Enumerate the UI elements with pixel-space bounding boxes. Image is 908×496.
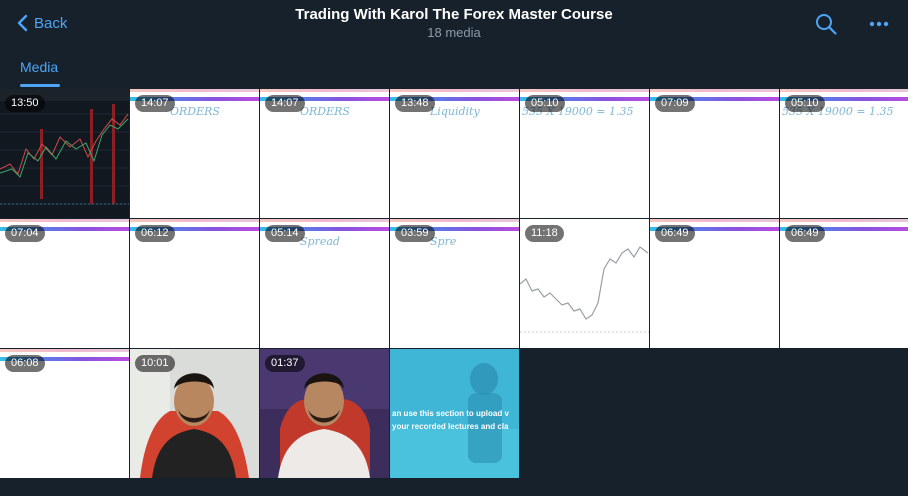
media-item[interactable]: 06:08 — [0, 349, 129, 478]
handwriting-text: Liquidity — [430, 105, 480, 118]
media-item[interactable]: 07:09 — [650, 89, 779, 218]
media-item[interactable]: 07:04 — [0, 219, 129, 348]
media-item[interactable]: 06:12 — [130, 219, 259, 348]
media-item[interactable]: 10:01 — [130, 349, 259, 478]
duration-badge: 10:01 — [135, 355, 175, 372]
media-item[interactable]: 06:49 — [650, 219, 779, 348]
duration-badge: 05:10 — [785, 95, 825, 112]
duration-badge: 14:07 — [135, 95, 175, 112]
media-item[interactable]: Liquidity 13:48 — [390, 89, 519, 218]
duration-badge: 06:12 — [135, 225, 175, 242]
media-item[interactable]: an use this section to upload v your rec… — [390, 349, 519, 478]
duration-badge: 13:48 — [395, 95, 435, 112]
tab-active-indicator — [20, 84, 60, 87]
duration-badge: 01:37 — [265, 355, 305, 372]
media-item[interactable]: Spre 03:59 — [390, 219, 519, 348]
duration-badge: 03:59 — [395, 225, 435, 242]
duration-badge: 05:10 — [525, 95, 565, 112]
media-item[interactable]: 11:18 — [520, 219, 649, 348]
media-item[interactable]: Spread 05:14 — [260, 219, 389, 348]
media-item[interactable]: 535 X 19000 = 1.35 05:10 — [520, 89, 649, 218]
duration-badge: 06:49 — [785, 225, 825, 242]
handwriting-text: ORDERS — [170, 105, 220, 118]
handwriting-text: Spread — [300, 235, 340, 248]
duration-badge: 06:08 — [5, 355, 45, 372]
chat-title: Trading With Karol The Forex Master Cour… — [295, 6, 613, 23]
media-count: 18 media — [427, 25, 481, 40]
duration-badge: 11:18 — [525, 225, 564, 242]
media-item[interactable]: 06:49 — [780, 219, 908, 348]
handwriting-text: ORDERS — [300, 105, 350, 118]
media-item[interactable]: 535 X 19000 = 1.35 05:10 — [780, 89, 908, 218]
duration-badge: 13:50 — [5, 95, 45, 112]
tab-media[interactable]: Media — [20, 59, 58, 75]
media-item[interactable]: ORDERS 14:07 — [260, 89, 389, 218]
media-item[interactable]: 13:50 — [0, 89, 129, 218]
duration-badge: 07:09 — [655, 95, 695, 112]
more-horizontal-icon[interactable] — [866, 12, 892, 36]
duration-badge: 14:07 — [265, 95, 305, 112]
promo-caption: an use this section to upload v your rec… — [392, 409, 509, 431]
duration-badge: 07:04 — [5, 225, 45, 242]
media-item[interactable]: ORDERS 14:07 — [130, 89, 259, 218]
media-grid: 13:50 ORDERS 14:07 ORDERS 14:07 Liquidity 13:4… — [0, 89, 908, 481]
duration-badge: 05:14 — [265, 225, 305, 242]
duration-badge: 06:49 — [655, 225, 695, 242]
search-icon[interactable] — [814, 12, 838, 36]
top-bar: Back Trading With Karol The Forex Master… — [0, 0, 908, 88]
media-item[interactable]: 01:37 — [260, 349, 389, 478]
